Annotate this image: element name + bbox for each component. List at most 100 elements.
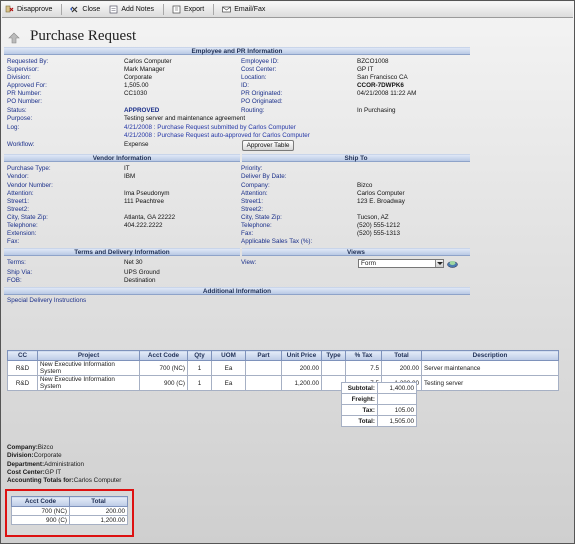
deliver-by-label: Deliver By Date: — [241, 173, 287, 180]
notes-icon — [109, 5, 118, 14]
ship-via-value: UPS Ground — [124, 269, 160, 276]
col-acct-code: Acct Code — [11, 496, 70, 507]
vendor-number-label: Vendor Number: — [7, 182, 53, 189]
cell-cc: R&D — [7, 360, 38, 376]
ship-attention-label: Attention: — [241, 190, 268, 197]
employee-id-label: Employee ID: — [241, 58, 279, 65]
vendor-attention-label: Attention: — [7, 190, 34, 197]
add-notes-button[interactable]: Add Notes — [109, 5, 154, 14]
fob-label: FOB: — [7, 277, 22, 284]
close-button[interactable]: Close — [70, 5, 100, 14]
priority-label: Priority: — [241, 165, 263, 172]
table-row: R&D New Executive Information System 900… — [7, 375, 559, 391]
supervisor-value: Mark Manager — [124, 66, 165, 73]
go-view-icon[interactable] — [447, 259, 458, 268]
sales-tax-label: Applicable Sales Tax (%): — [241, 238, 313, 245]
cell-description: Server maintenance — [421, 360, 559, 376]
summary-department: Department:Administration — [7, 460, 84, 468]
summary-division: Division:Corporate — [7, 452, 62, 460]
section-ship-to-header: Ship To — [242, 154, 470, 162]
line-items-table: CC Project Acct Code Qty UOM Part Unit P… — [7, 350, 559, 391]
cell-acct-code: 900 (C) — [11, 515, 70, 525]
cell-part — [245, 375, 282, 391]
status-label: Status: — [7, 107, 27, 114]
cell-qty: 1 — [187, 375, 212, 391]
routing-value: In Purchasing — [357, 107, 396, 114]
section-additional-header: Additional Information — [4, 287, 470, 295]
chevron-down-icon — [435, 260, 443, 267]
col-qty: Qty — [187, 350, 212, 361]
table-row: 700 (NC) 200.00 — [11, 506, 128, 516]
summary-accounting-totals: Accounting Totals for:Carlos Computer — [7, 477, 122, 485]
routing-label: Routing: — [241, 107, 265, 114]
col-uom: UOM — [211, 350, 246, 361]
log-entry-2[interactable]: 4/21/2008 : Purchase Request auto-approv… — [124, 132, 310, 140]
table-row: 900 (C) 1,200.00 — [11, 515, 128, 525]
view-select[interactable]: Form — [358, 259, 444, 268]
po-originated-label: PO Originated: — [241, 98, 283, 105]
col-description: Description — [421, 350, 559, 361]
page-title: Purchase Request — [30, 28, 137, 44]
ship-city-label: City, State Zip: — [241, 214, 282, 221]
ship-telephone-label: Telephone: — [241, 222, 272, 229]
cell-tax: 7.5 — [345, 360, 382, 376]
tax-label: Tax: — [341, 404, 378, 416]
vendor-telephone-label: Telephone: — [7, 222, 38, 229]
export-button[interactable]: Export — [172, 5, 204, 14]
acct-totals-highlight: Acct Code Total 700 (NC) 200.00 900 (C) … — [5, 489, 134, 537]
cell-qty: 1 — [187, 360, 212, 376]
log-label: Log: — [7, 124, 20, 131]
acct-totals-header-row: Acct Code Total — [11, 496, 128, 507]
toolbar-separator — [61, 4, 63, 15]
pr-number-value: CC1030 — [124, 90, 148, 97]
col-unit-price: Unit Price — [281, 350, 322, 361]
ship-fax-label: Fax: — [241, 230, 254, 237]
email-fax-button[interactable]: Email/Fax — [222, 5, 265, 14]
cell-uom: Ea — [211, 360, 246, 376]
disapprove-button[interactable]: Disapprove — [5, 5, 52, 14]
tax-value: 105.00 — [377, 404, 417, 416]
vendor-attention-value: Ima Pseudonym — [124, 190, 170, 197]
cell-acct-code: 700 (NC) — [11, 506, 70, 516]
ship-street1-value: 123 E. Broadway — [357, 198, 405, 205]
cell-description: Testing server — [421, 375, 559, 391]
col-project: Project — [37, 350, 140, 361]
freight-label: Freight: — [341, 393, 378, 405]
ship-fax-value: (520) 555-1313 — [357, 230, 401, 237]
requested-by-value: Carlos Computer — [124, 58, 172, 65]
toolbar-separator — [213, 4, 215, 15]
back-arrow-icon[interactable] — [8, 32, 20, 44]
cell-cc: R&D — [7, 375, 38, 391]
total-value: 1,505.00 — [377, 415, 417, 427]
section-vendor-header: Vendor Information — [4, 154, 240, 162]
id-label: ID: — [241, 82, 250, 89]
approver-table-button[interactable]: Approver Table — [242, 140, 294, 151]
log-entry-1[interactable]: 4/21/2008 : Purchase Request submitted b… — [124, 124, 296, 132]
col-total: Total — [69, 496, 128, 507]
col-acct-code: Acct Code — [139, 350, 188, 361]
cost-center-value: GP IT — [357, 66, 374, 73]
line-items-header-row: CC Project Acct Code Qty UOM Part Unit P… — [7, 350, 559, 361]
disapprove-icon — [5, 5, 14, 14]
purchase-type-label: Purchase Type: — [7, 165, 51, 172]
subtotal-row: Subtotal: 1,400.00 — [341, 382, 417, 394]
ship-street1-label: Street1: — [241, 198, 264, 205]
cell-acct-code: 900 (C) — [139, 375, 188, 391]
tax-row: Tax: 105.00 — [341, 404, 417, 416]
division-value: Corporate — [124, 74, 153, 81]
id-value: CCOR-7DWPK6 — [357, 82, 404, 89]
col-total: Total — [381, 350, 422, 361]
requested-by-label: Requested By: — [7, 58, 49, 65]
supervisor-label: Supervisor: — [7, 66, 39, 73]
cell-project: New Executive Information System — [37, 360, 140, 376]
cell-project: New Executive Information System — [37, 375, 140, 391]
ship-company-value: Bizco — [357, 182, 373, 189]
section-employee-pr-header: Employee and PR Information — [4, 47, 470, 55]
ship-company-label: Company: — [241, 182, 270, 189]
special-delivery-label: Special Delivery Instructions — [7, 297, 87, 304]
subtotal-value: 1,400.00 — [377, 382, 417, 394]
cell-type — [321, 360, 346, 376]
ship-via-label: Ship Via: — [7, 269, 33, 276]
approved-for-label: Approved For: — [7, 82, 47, 89]
purpose-label: Purpose: — [7, 115, 33, 122]
